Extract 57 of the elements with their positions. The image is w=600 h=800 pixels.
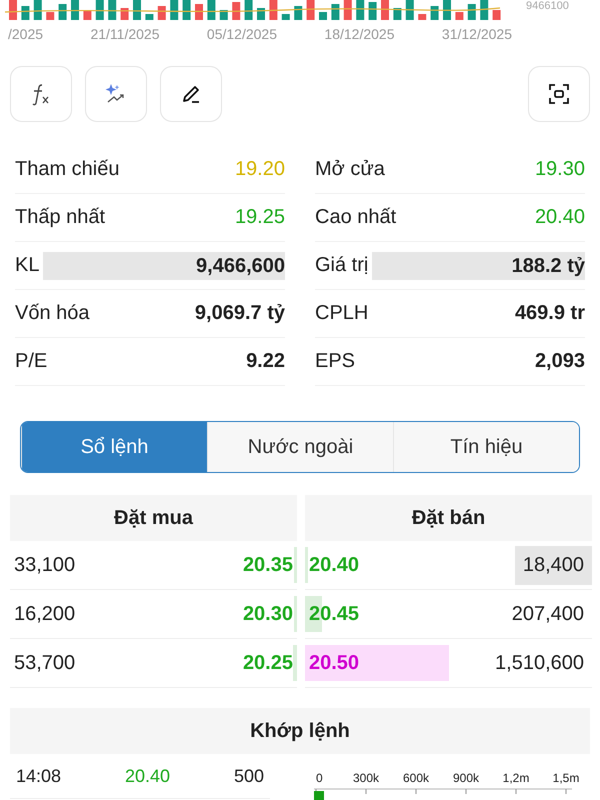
stat-value: 19.30 (534, 158, 585, 181)
ask-volume: 1,510,600 (494, 650, 585, 676)
axis-label: 9466100 (526, 0, 569, 12)
tab[interactable]: Tín hiệu (393, 422, 579, 472)
stat-value: 19.25 (234, 206, 285, 229)
stat-value: 9,466,600 (43, 252, 285, 280)
bid-volume: 33,100 (13, 552, 76, 578)
match-price: 20.40 (124, 766, 170, 786)
stat-value: 19.20 (234, 158, 285, 181)
stat-label: CPLH (315, 302, 370, 325)
stat-label: Thấp nhất (15, 206, 106, 229)
tick-label: 1,5m (552, 771, 580, 785)
stat-value: 9,069.7 tỷ (194, 302, 285, 325)
stat-value: 469.9 tr (514, 302, 585, 325)
ask-price: 20.50 (308, 652, 360, 674)
stat-label: Cao nhất (315, 206, 398, 229)
column-header: Đặt bán (305, 495, 592, 541)
stat-value: 2,093 (534, 350, 585, 373)
tool-button[interactable] (528, 66, 590, 122)
column-header: Đặt mua (10, 495, 297, 541)
ask-volume: 207,400 (510, 602, 585, 626)
stat-value: 20.40 (534, 206, 585, 229)
date-label: 18/12/2025 (324, 26, 394, 42)
ask-price: 20.45 (308, 602, 360, 626)
bar (314, 791, 324, 800)
date-label: /2025 (8, 26, 44, 42)
tick-label: 600k (402, 771, 430, 785)
tab[interactable]: Nước ngoài (207, 422, 393, 472)
bid-volume: 53,700 (13, 650, 76, 676)
bid-price: 20.30 (242, 602, 294, 626)
bid-price: 20.25 (242, 652, 294, 674)
bid-price: 20.35 (242, 554, 294, 576)
tick-label: 0 (316, 771, 323, 785)
stat-value: 9.22 (246, 350, 285, 373)
tick-label: 1,2m (502, 771, 530, 785)
stat-label: P/E (15, 350, 48, 373)
stat-label: Giá trị (315, 254, 370, 277)
stat-label: Vốn hóa (15, 302, 91, 325)
date-label: 05/12/2025 (206, 26, 277, 42)
ask-volume: 18,400 (514, 546, 592, 584)
tool-button[interactable] (160, 66, 222, 122)
match-time: 14:08 (16, 766, 62, 786)
stat-label: Tham chiếu (15, 158, 120, 181)
stat-label: Mở cửa (315, 158, 386, 181)
match-volume: 500 (234, 766, 264, 786)
date-label: 31/12/2025 (442, 26, 512, 42)
stat-label: KL (15, 254, 40, 277)
bid-volume: 16,200 (13, 602, 76, 626)
stat-value: 188.2 tỷ (372, 252, 585, 280)
tick-label: 900k (452, 771, 480, 785)
screenshot-icon (548, 83, 570, 105)
stat-label: EPS (315, 350, 356, 373)
section-header: Khớp lệnh (10, 708, 590, 754)
tick-label: 300k (352, 771, 380, 785)
date-label: 21/11/2025 (90, 26, 160, 42)
tab[interactable]: Sổ lệnh (21, 422, 207, 472)
ask-price: 20.40 (308, 554, 360, 576)
